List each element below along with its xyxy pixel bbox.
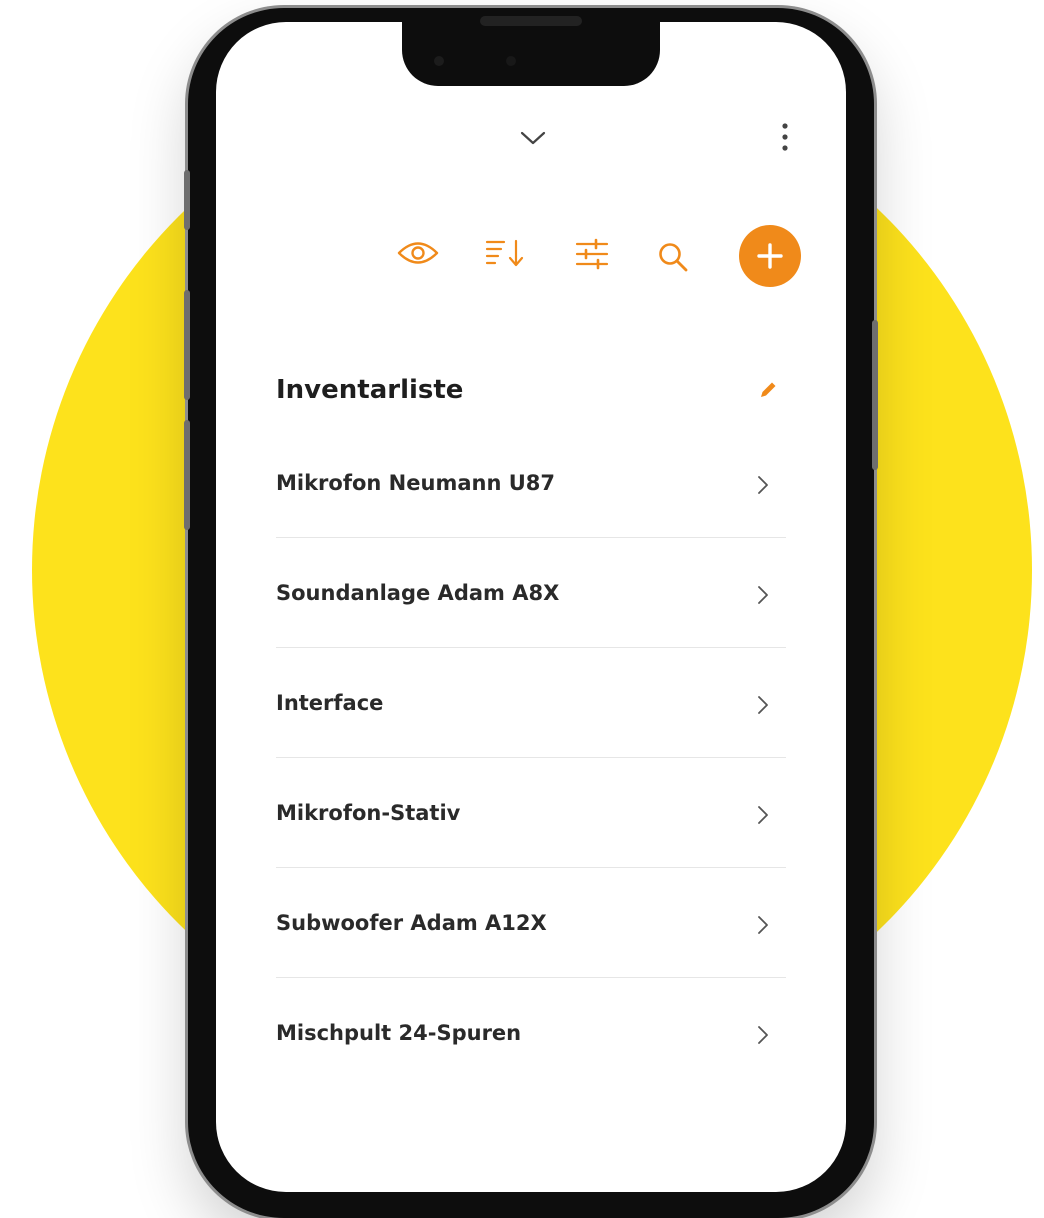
list-item-label: Mischpult 24-Spuren: [276, 1021, 522, 1045]
phone-power-button: [872, 320, 878, 470]
chevron-right-icon: [758, 1026, 768, 1044]
list-item-label: Soundanlage Adam A8X: [276, 581, 560, 605]
chevron-right-icon: [758, 806, 768, 824]
notch-speaker: [480, 16, 582, 26]
list-item-label: Mikrofon-Stativ: [276, 801, 461, 825]
sort-icon[interactable]: [484, 236, 526, 270]
notch-camera: [434, 56, 444, 66]
list-item-label: Interface: [276, 691, 384, 715]
chevron-right-icon: [758, 916, 768, 934]
chevron-right-icon: [758, 586, 768, 604]
search-icon[interactable]: [656, 240, 690, 274]
list-item[interactable]: Soundanlage Adam A8X: [276, 538, 786, 648]
chevron-down-icon[interactable]: [518, 128, 548, 148]
list-item[interactable]: Mikrofon-Stativ: [276, 758, 786, 868]
list-item[interactable]: Mikrofon Neumann U87: [276, 428, 786, 538]
list-item[interactable]: Interface: [276, 648, 786, 758]
phone-volume-down-button: [184, 420, 190, 530]
list-title: Inventarliste: [276, 375, 464, 405]
list-item-label: Mikrofon Neumann U87: [276, 471, 555, 495]
list-item[interactable]: Subwoofer Adam A12X: [276, 868, 786, 978]
phone-side-button: [184, 170, 190, 230]
phone-notch: [402, 8, 660, 86]
pencil-icon[interactable]: [756, 378, 780, 402]
list-item-label: Subwoofer Adam A12X: [276, 911, 547, 935]
phone-volume-up-button: [184, 290, 190, 400]
filter-icon[interactable]: [574, 238, 610, 270]
list-item[interactable]: Mischpult 24-Spuren: [276, 978, 786, 1088]
add-icon[interactable]: [738, 224, 802, 288]
notch-sensor: [506, 56, 516, 66]
eye-icon[interactable]: [396, 238, 440, 268]
chevron-right-icon: [758, 476, 768, 494]
chevron-right-icon: [758, 696, 768, 714]
more-vertical-icon[interactable]: [775, 120, 795, 156]
